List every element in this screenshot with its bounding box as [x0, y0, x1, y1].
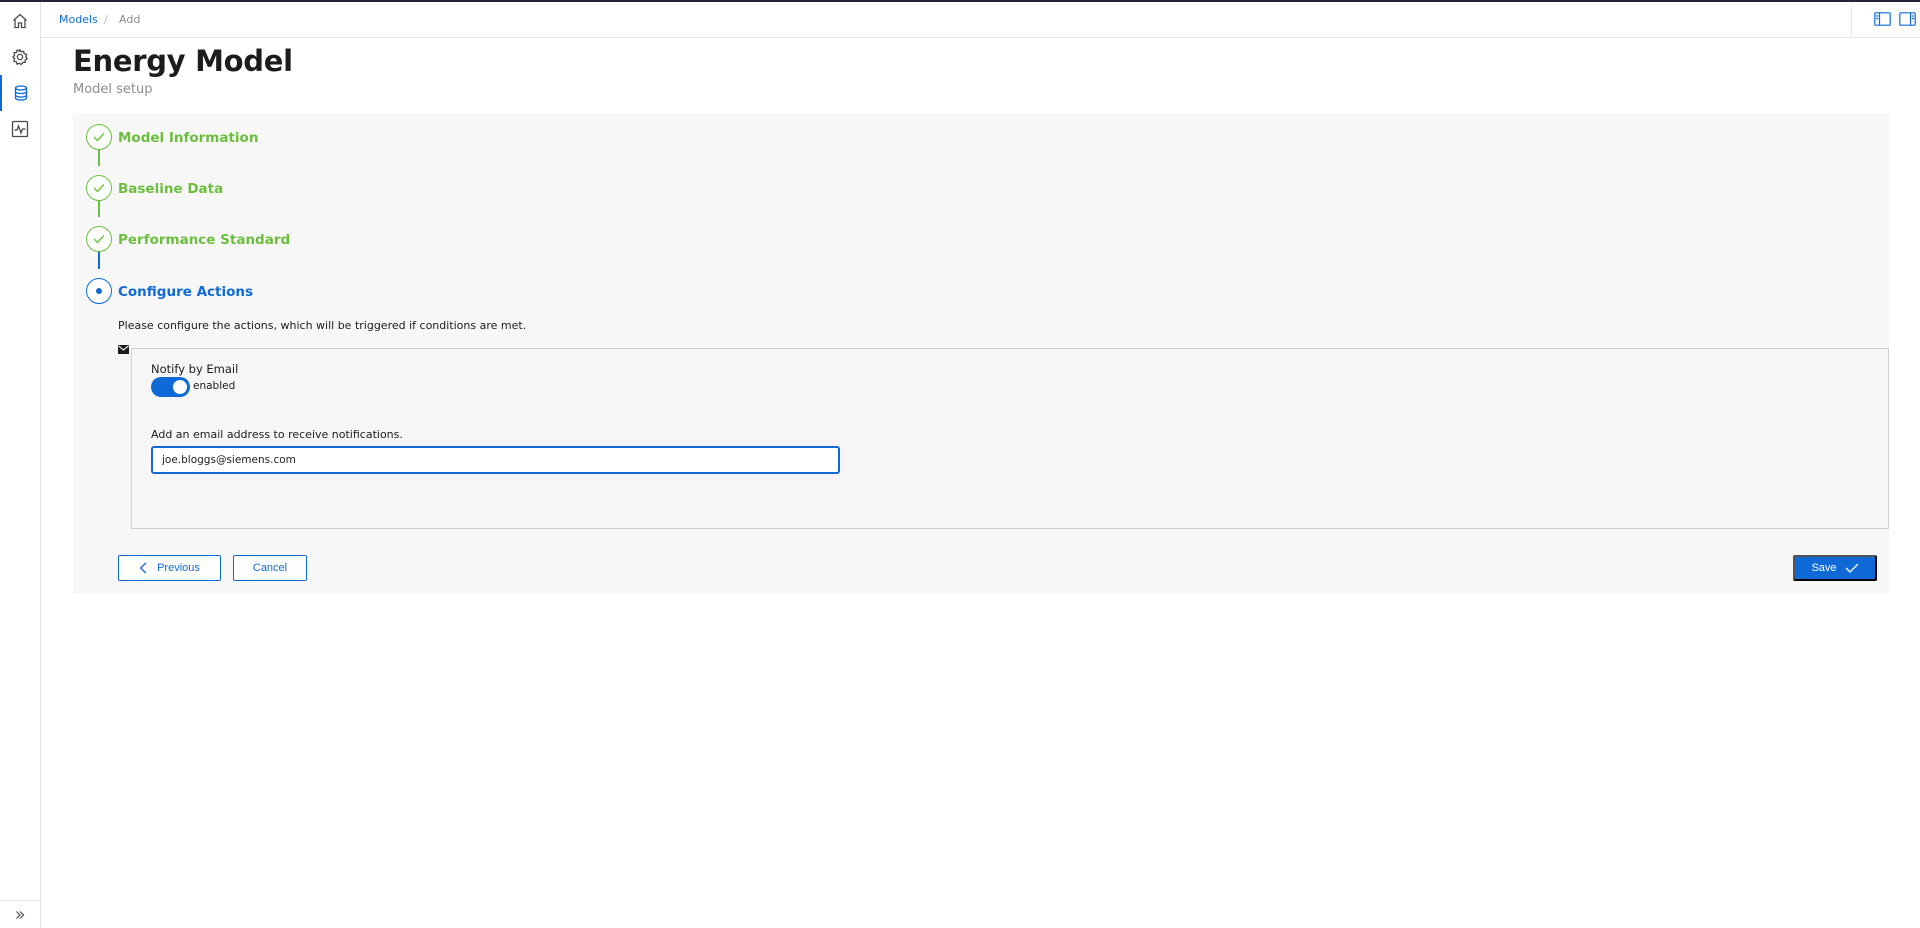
- step-2-label[interactable]: Baseline Data: [118, 181, 223, 197]
- breadcrumb-separator: /: [104, 13, 108, 26]
- header-divider: [1851, 6, 1852, 36]
- email-field-label: Add an email address to receive notifica…: [151, 428, 403, 441]
- envelope-icon: [118, 345, 129, 354]
- cancel-button-label: Cancel: [252, 562, 288, 574]
- top-header: Models / Add: [41, 2, 1920, 38]
- toggle-state-label: enabled: [193, 380, 236, 392]
- right-panel-icon[interactable]: [1899, 12, 1916, 26]
- gear-icon: [12, 48, 29, 66]
- email-action-card: Notify by Email enabled Add an email add…: [131, 348, 1889, 529]
- nav-settings[interactable]: [0, 39, 40, 75]
- email-input[interactable]: [151, 446, 840, 474]
- step-connector: [98, 201, 100, 217]
- check-icon: [93, 235, 105, 244]
- step-connector: [98, 150, 100, 166]
- step-instruction: Please configure the actions, which will…: [118, 319, 527, 332]
- step-1-label[interactable]: Model Information: [118, 130, 258, 146]
- double-chevron-right-icon: [16, 910, 25, 919]
- step-1-indicator[interactable]: [86, 124, 112, 150]
- save-button[interactable]: Save: [1793, 555, 1877, 581]
- nav-models[interactable]: [0, 75, 40, 111]
- left-panel-icon[interactable]: [1874, 12, 1891, 26]
- notify-email-label: Notify by Email: [151, 362, 239, 376]
- toggle-knob: [172, 379, 188, 395]
- step-4-indicator: [86, 278, 112, 304]
- breadcrumb-models-link[interactable]: Models: [59, 13, 98, 26]
- nav-expand-toggle[interactable]: [0, 900, 40, 928]
- wizard-panel: Model Information Baseline Data Performa…: [73, 113, 1889, 593]
- nav-home[interactable]: [0, 3, 40, 39]
- step-3-label[interactable]: Performance Standard: [118, 232, 290, 248]
- left-nav-rail: [0, 2, 41, 928]
- notify-email-toggle[interactable]: [151, 377, 190, 397]
- cancel-button[interactable]: Cancel: [233, 555, 307, 581]
- home-icon: [13, 13, 27, 29]
- activity-chart-icon: [11, 120, 29, 138]
- step-connector: [98, 252, 100, 269]
- page-title: Energy Model: [73, 44, 293, 78]
- breadcrumb-current: Add: [119, 13, 141, 26]
- step-4-label: Configure Actions: [118, 284, 254, 300]
- nav-analytics[interactable]: [0, 111, 40, 147]
- current-step-dot-icon: [96, 288, 102, 294]
- step-3-indicator[interactable]: [86, 226, 112, 252]
- step-2-indicator[interactable]: [86, 175, 112, 201]
- database-icon: [14, 85, 28, 101]
- previous-button-label: Previous: [157, 562, 200, 574]
- check-icon: [93, 184, 105, 193]
- page-subtitle: Model setup: [73, 82, 153, 97]
- check-icon: [93, 133, 105, 142]
- check-icon: [1845, 563, 1858, 573]
- previous-button[interactable]: Previous: [118, 555, 221, 581]
- save-button-label: Save: [1811, 562, 1837, 574]
- header-actions: [1874, 12, 1916, 26]
- chevron-left-icon: [139, 562, 147, 574]
